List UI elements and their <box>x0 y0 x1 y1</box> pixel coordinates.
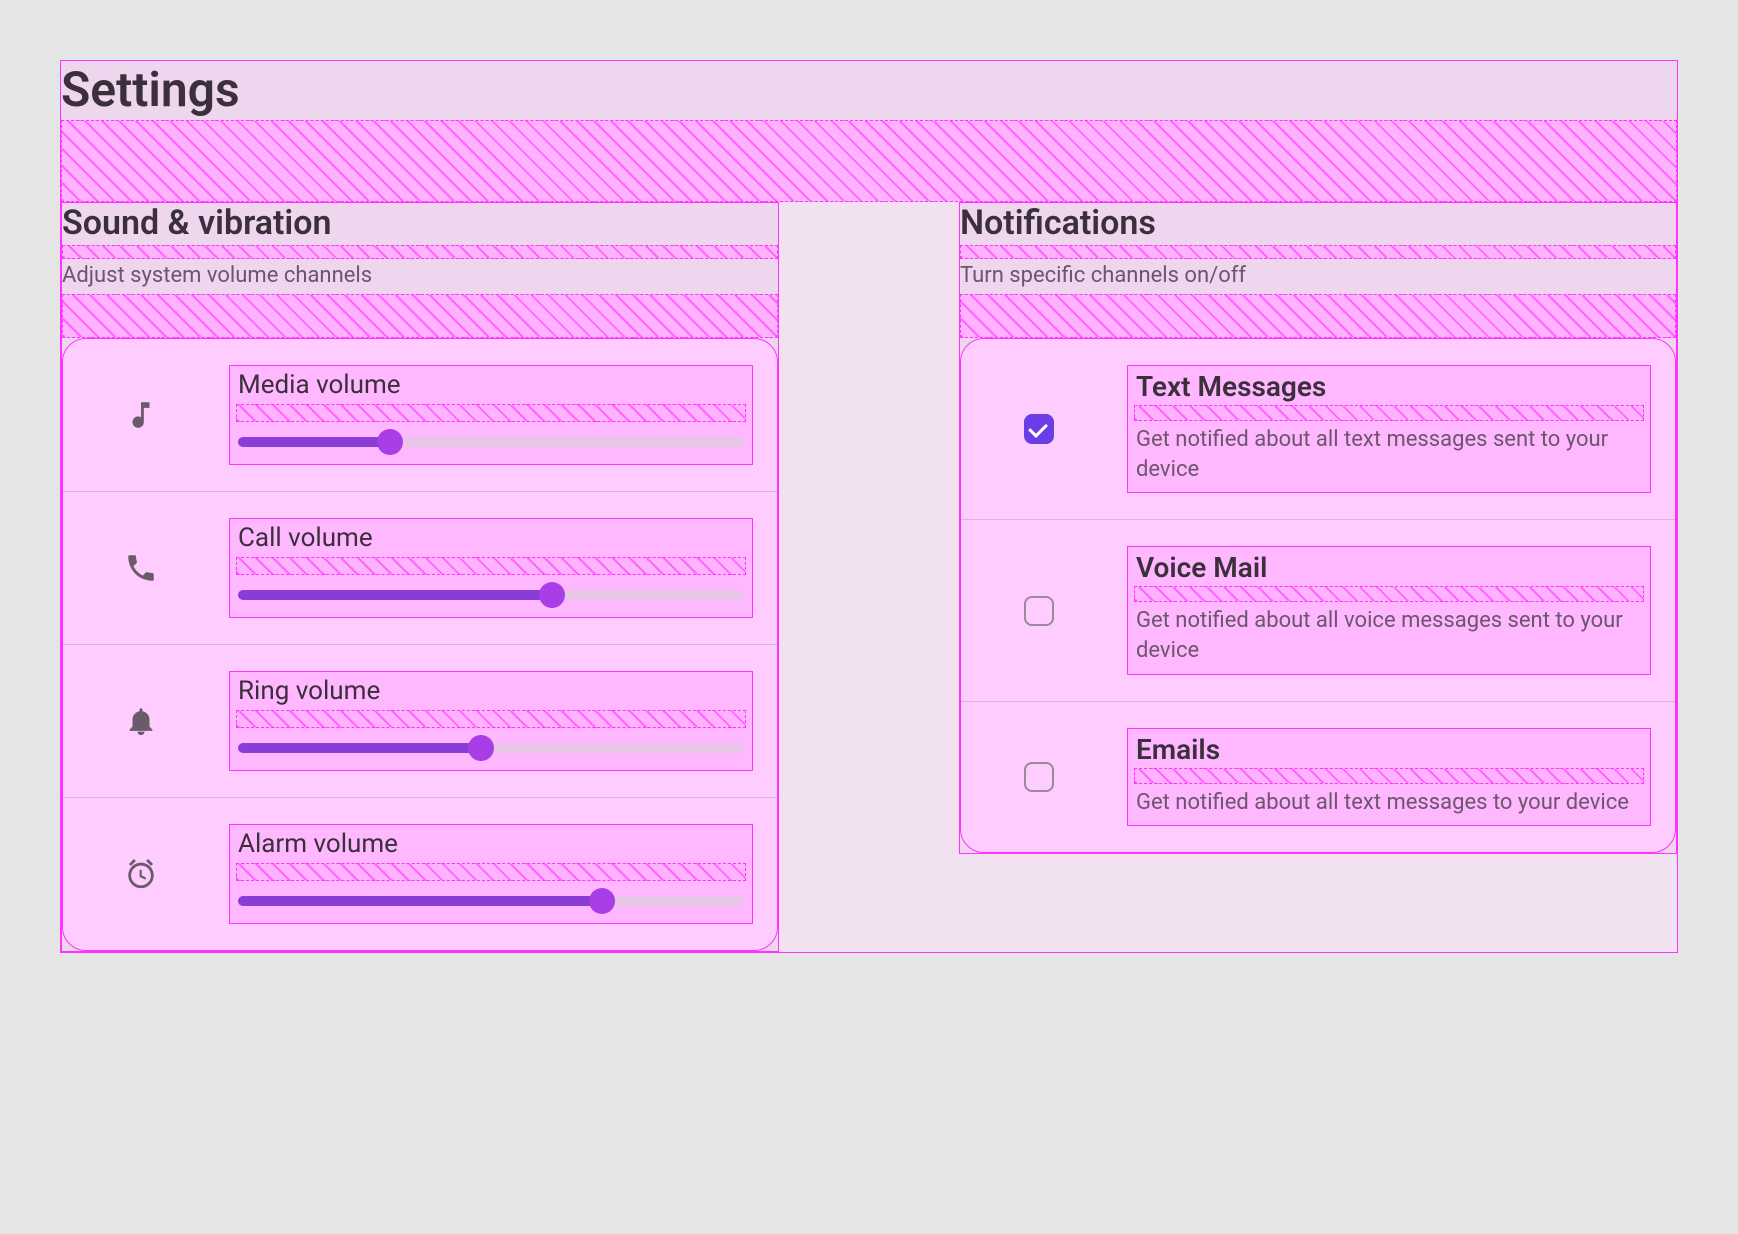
volume-row-body: Media volume <box>229 365 753 465</box>
layout-spacer <box>960 294 1676 338</box>
sound-section: Sound & vibration Adjust system volume c… <box>61 202 779 952</box>
notification-description: Get notified about all text messages to … <box>1128 786 1650 826</box>
layout-spacer <box>236 404 746 422</box>
volume-label: Alarm volume <box>230 825 752 863</box>
sound-subheading: Adjust system volume channels <box>62 259 778 294</box>
icon-cell <box>81 398 201 432</box>
volume-label: Ring volume <box>230 672 752 710</box>
volume-label: Call volume <box>230 519 752 557</box>
notifications-subheading: Turn specific channels on/off <box>960 259 1676 294</box>
notification-row-emails: Emails Get notified about all text messa… <box>961 702 1675 853</box>
volume-row-body: Call volume <box>229 518 753 618</box>
volume-row-body: Ring volume <box>229 671 753 771</box>
volume-row-ring: Ring volume <box>63 645 777 798</box>
layout-spacer <box>1134 586 1644 602</box>
alarm-clock-icon <box>124 857 158 891</box>
notification-description: Get notified about all text messages sen… <box>1128 423 1650 492</box>
layout-spacer <box>62 245 778 259</box>
voice-mail-checkbox[interactable] <box>1024 596 1054 626</box>
notification-title: Emails <box>1128 729 1650 768</box>
notification-title: Voice Mail <box>1128 547 1650 586</box>
bell-icon <box>124 704 158 738</box>
layout-spacer <box>960 245 1676 259</box>
text-messages-checkbox[interactable] <box>1024 414 1054 444</box>
notification-row-voice-mail: Voice Mail Get notified about all voice … <box>961 520 1675 701</box>
ring-volume-slider[interactable] <box>238 736 744 760</box>
media-volume-slider[interactable] <box>238 430 744 454</box>
layout-spacer <box>1134 768 1644 784</box>
layout-spacer <box>236 863 746 881</box>
notification-row-body: Voice Mail Get notified about all voice … <box>1127 546 1651 674</box>
notifications-heading: Notifications <box>960 203 1676 245</box>
volume-label: Media volume <box>230 366 752 404</box>
alarm-volume-slider[interactable] <box>238 889 744 913</box>
sound-heading: Sound & vibration <box>62 203 778 245</box>
page-title: Settings <box>61 61 1677 120</box>
checkbox-cell <box>979 596 1099 626</box>
icon-cell <box>81 857 201 891</box>
notification-title: Text Messages <box>1128 366 1650 405</box>
sound-card: Media volume <box>62 338 778 951</box>
notification-row-body: Emails Get notified about all text messa… <box>1127 728 1651 827</box>
emails-checkbox[interactable] <box>1024 762 1054 792</box>
icon-cell <box>81 704 201 738</box>
layout-spacer <box>236 557 746 575</box>
volume-row-alarm: Alarm volume <box>63 798 777 950</box>
volume-row-media: Media volume <box>63 339 777 492</box>
notifications-section: Notifications Turn specific channels on/… <box>959 202 1677 854</box>
checkbox-cell <box>979 414 1099 444</box>
notification-description: Get notified about all voice messages se… <box>1128 604 1650 673</box>
settings-page: Settings Sound & vibration Adjust system… <box>60 60 1678 953</box>
layout-spacer <box>62 294 778 338</box>
volume-row-body: Alarm volume <box>229 824 753 924</box>
icon-cell <box>81 551 201 585</box>
call-volume-slider[interactable] <box>238 583 744 607</box>
layout-spacer <box>61 120 1677 202</box>
checkbox-cell <box>979 762 1099 792</box>
music-note-icon <box>124 398 158 432</box>
notification-row-body: Text Messages Get notified about all tex… <box>1127 365 1651 493</box>
phone-icon <box>124 551 158 585</box>
layout-spacer <box>236 710 746 728</box>
columns: Sound & vibration Adjust system volume c… <box>61 202 1677 952</box>
volume-row-call: Call volume <box>63 492 777 645</box>
layout-spacer <box>1134 405 1644 421</box>
notification-row-text-messages: Text Messages Get notified about all tex… <box>961 339 1675 520</box>
notifications-card: Text Messages Get notified about all tex… <box>960 338 1676 853</box>
